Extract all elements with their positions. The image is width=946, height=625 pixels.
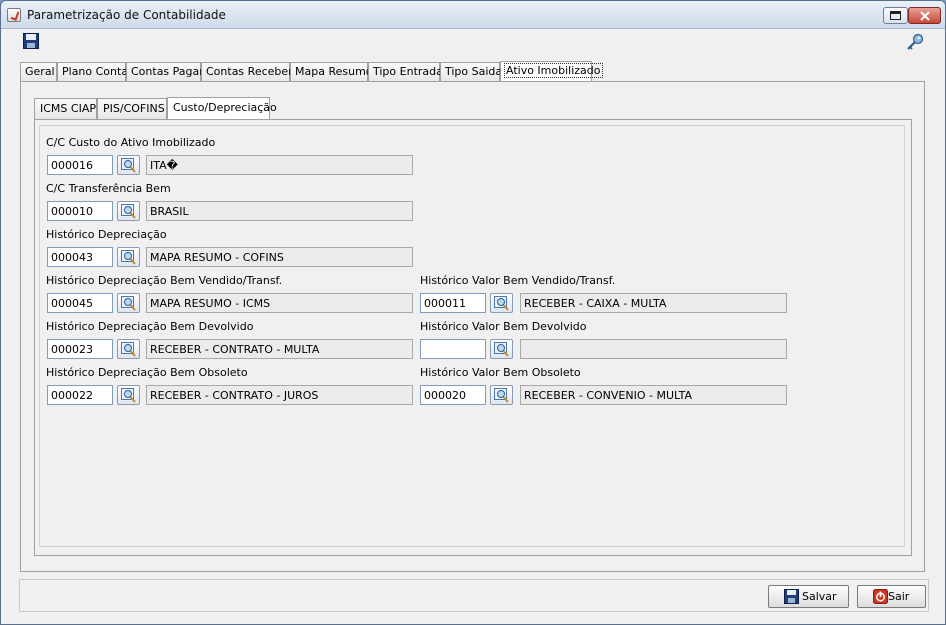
hist-depr-vend-code-input[interactable] xyxy=(47,293,113,313)
hist-depr-obs-search-button[interactable] xyxy=(117,385,140,405)
hist-depr-vend-search-button[interactable] xyxy=(117,293,140,313)
tab-label: PIS/COFINS xyxy=(103,102,165,115)
hist-valor-vend-label: Histórico Valor Bem Vendido/Transf. xyxy=(420,274,616,287)
tab-label: Custo/Depreciação xyxy=(173,101,277,114)
subtab-icms-ciap[interactable]: ICMS CIAP xyxy=(34,98,97,119)
hist-valor-obs-description: RECEBER - CONVENIO - MULTA xyxy=(520,385,787,405)
subtab-pis-cofins[interactable]: PIS/COFINS xyxy=(97,98,167,119)
tab-label: Geral xyxy=(25,65,55,78)
cc-transf-code-input[interactable] xyxy=(47,201,113,221)
hist-depr-obs-description: RECEBER - CONTRATO - JUROS xyxy=(146,385,413,405)
cc-custo-label: C/C Custo do Ativo Imobilizado xyxy=(46,136,216,149)
tab-label: ICMS CIAP xyxy=(40,102,96,115)
tab-contas-receber[interactable]: Contas Receber xyxy=(201,62,293,82)
hist-depr-label: Histórico Depreciação xyxy=(46,228,167,241)
tab-geral[interactable]: Geral xyxy=(20,62,57,82)
tab-tipo-saida[interactable]: Tipo Saida xyxy=(440,62,503,82)
hist-valor-obs-label: Histórico Valor Bem Obsoleto xyxy=(420,366,581,379)
tab-label: Mapa Resumo xyxy=(295,65,373,78)
floppy-disk-icon[interactable] xyxy=(23,33,39,49)
floppy-disk-icon xyxy=(784,589,799,604)
tab-ativo-imobilizado[interactable]: Ativo Imobilizado xyxy=(500,61,603,82)
magnifier-icon xyxy=(121,342,136,357)
hist-valor-vend-code-input[interactable] xyxy=(420,293,486,313)
magnifier-icon xyxy=(494,296,509,311)
cc-custo-code-input[interactable] xyxy=(47,155,113,175)
hist-depr-dev-code-input[interactable] xyxy=(47,339,113,359)
maximize-button[interactable] xyxy=(883,7,908,24)
application-window: Parametrização de Contabilidade Geral Pl… xyxy=(0,0,946,625)
cc-transf-label: C/C Transferência Bem xyxy=(46,182,171,195)
hist-depr-dev-search-button[interactable] xyxy=(117,339,140,359)
tab-label: Tipo Saida xyxy=(445,65,503,78)
power-icon xyxy=(873,589,888,604)
magnifier-icon xyxy=(494,388,509,403)
cc-custo-search-button[interactable] xyxy=(117,155,140,175)
hist-valor-dev-search-button[interactable] xyxy=(490,339,513,359)
tab-contas-pagar[interactable]: Contas Pagar xyxy=(126,62,204,82)
hist-valor-vend-description: RECEBER - CAIXA - MULTA xyxy=(520,293,787,313)
window-title: Parametrização de Contabilidade xyxy=(27,8,226,22)
hist-valor-obs-search-button[interactable] xyxy=(490,385,513,405)
hist-valor-dev-label: Histórico Valor Bem Devolvido xyxy=(420,320,587,333)
key-icon[interactable] xyxy=(905,32,925,52)
hist-valor-obs-code-input[interactable] xyxy=(420,385,486,405)
hist-depr-obs-code-input[interactable] xyxy=(47,385,113,405)
close-icon xyxy=(920,11,930,21)
cc-transf-description: BRASIL xyxy=(146,201,413,221)
hist-depr-vend-label: Histórico Depreciação Bem Vendido/Transf… xyxy=(46,274,283,287)
tab-plano-conta[interactable]: Plano Conta xyxy=(57,62,129,82)
hist-valor-dev-description xyxy=(520,339,787,359)
hist-depr-dev-description: RECEBER - CONTRATO - MULTA xyxy=(146,339,413,359)
hist-depr-obs-label: Histórico Depreciação Bem Obsoleto xyxy=(46,366,248,379)
cc-custo-description: ITA� xyxy=(146,155,413,175)
hist-depr-vend-description: MAPA RESUMO - ICMS xyxy=(146,293,413,313)
magnifier-icon xyxy=(121,296,136,311)
title-bar: Parametrização de Contabilidade xyxy=(1,1,945,29)
hist-depr-search-button[interactable] xyxy=(117,247,140,267)
save-button-label: Salvar xyxy=(802,590,837,603)
tab-tipo-entrada[interactable]: Tipo Entrada xyxy=(368,62,443,82)
hist-depr-code-input[interactable] xyxy=(47,247,113,267)
tab-label: Tipo Entrada xyxy=(373,65,443,78)
subtab-custo-depreciacao[interactable]: Custo/Depreciação xyxy=(167,97,277,119)
exit-button-label: Sair xyxy=(888,590,910,603)
magnifier-icon xyxy=(121,250,136,265)
tab-label: Ativo Imobilizado xyxy=(504,63,603,78)
tab-label: Contas Receber xyxy=(206,65,293,78)
magnifier-icon xyxy=(121,204,136,219)
cc-transf-search-button[interactable] xyxy=(117,201,140,221)
magnifier-icon xyxy=(121,158,136,173)
hist-depr-description: MAPA RESUMO - COFINS xyxy=(146,247,413,267)
exit-button[interactable]: Sair xyxy=(857,585,926,608)
tab-mapa-resumo[interactable]: Mapa Resumo xyxy=(290,62,373,82)
close-button[interactable] xyxy=(908,7,941,24)
tab-label: Plano Conta xyxy=(62,65,129,78)
magnifier-icon xyxy=(494,342,509,357)
maximize-icon xyxy=(890,11,901,20)
hist-valor-dev-code-input[interactable] xyxy=(420,339,486,359)
tab-label: Contas Pagar xyxy=(131,65,204,78)
hist-valor-vend-search-button[interactable] xyxy=(490,293,513,313)
java-icon xyxy=(7,8,21,22)
magnifier-icon xyxy=(121,388,136,403)
save-button[interactable]: Salvar xyxy=(768,585,849,608)
hist-depr-dev-label: Histórico Depreciação Bem Devolvido xyxy=(46,320,254,333)
